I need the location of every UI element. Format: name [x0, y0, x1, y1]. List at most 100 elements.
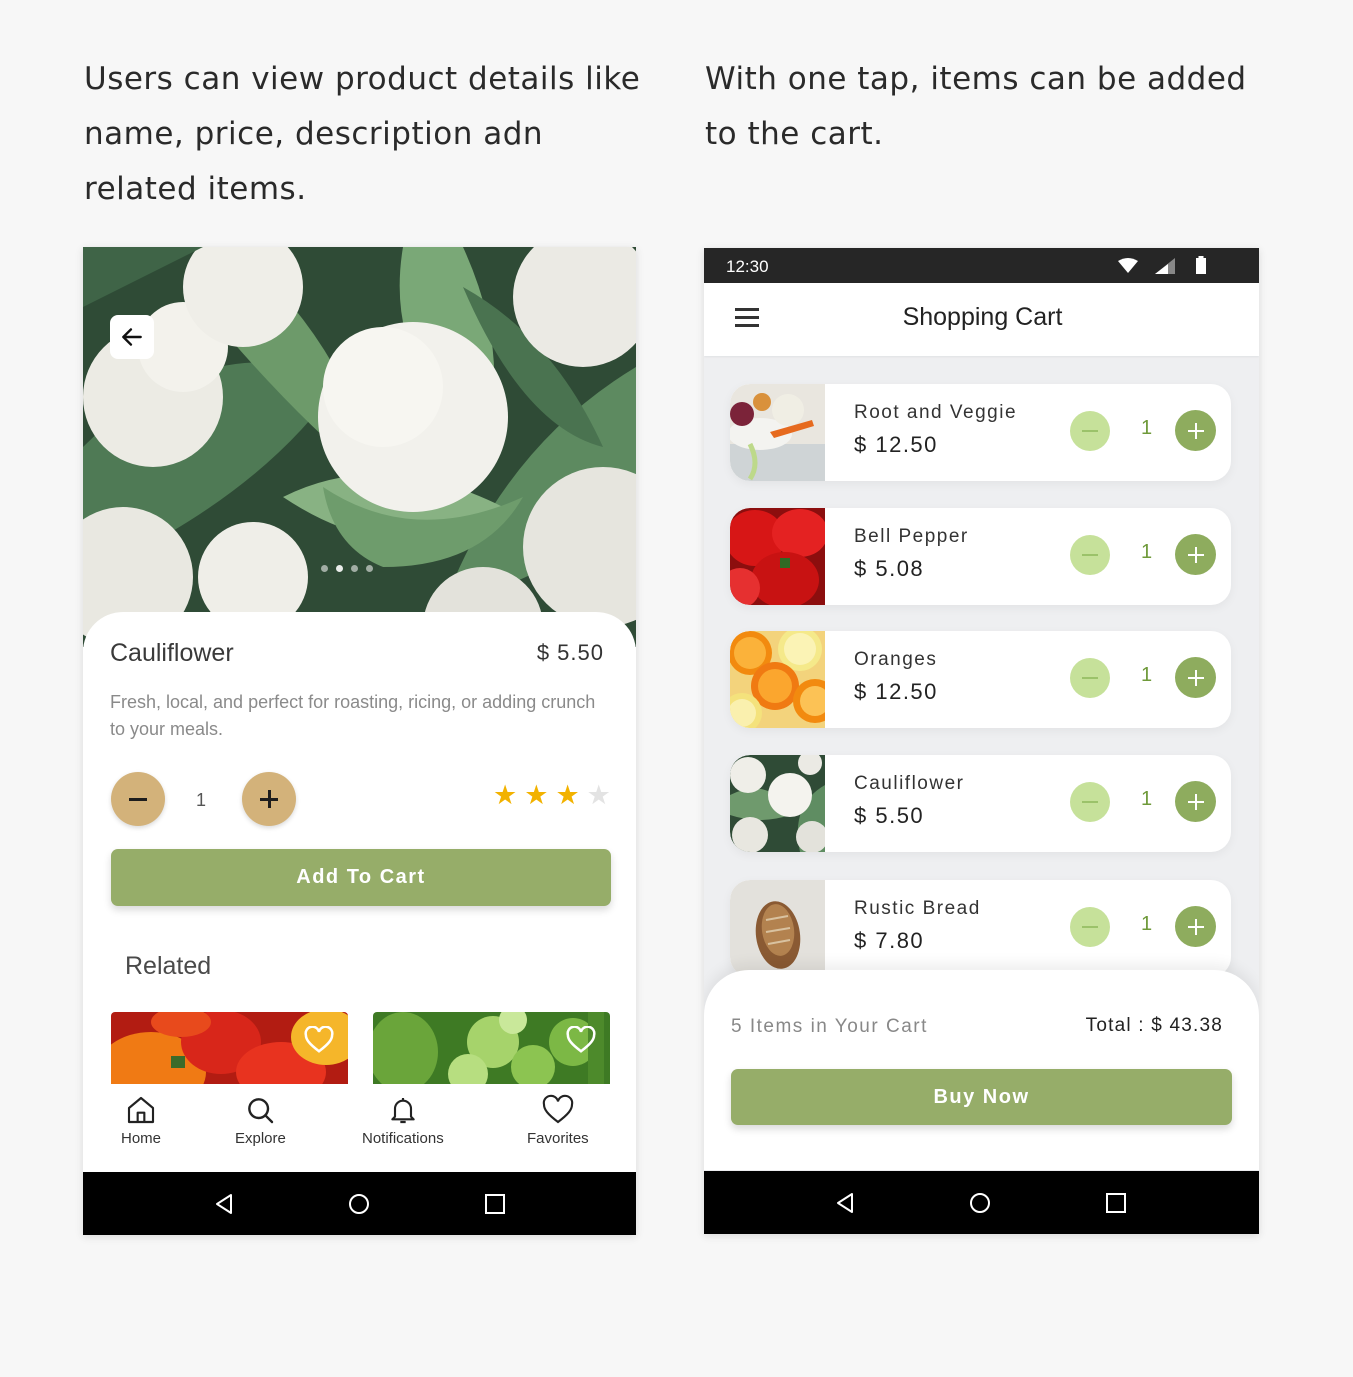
status-bar: 12:30 [704, 248, 1259, 283]
carousel-dot-active[interactable] [336, 565, 343, 572]
product-price: $ 5.50 [536, 640, 604, 665]
decrease-quantity-button[interactable] [1070, 907, 1110, 947]
signal-icon [1155, 258, 1175, 274]
plus-icon [1194, 546, 1197, 563]
product-description: Fresh, local, and perfect for roasting, … [110, 692, 596, 739]
back-triangle-icon[interactable] [833, 1191, 857, 1215]
android-navigation-bar [83, 1172, 636, 1235]
buy-now-button[interactable]: Buy Now [731, 1069, 1232, 1125]
bell-icon [391, 1098, 415, 1124]
cart-item-price: $ 5.50 [854, 803, 925, 828]
increase-quantity-button[interactable] [1175, 534, 1216, 575]
minus-icon [1082, 554, 1098, 556]
add-to-cart-button[interactable]: Add To Cart [111, 849, 611, 906]
bell-pepper-thumbnail [730, 508, 825, 605]
cart-item-name: Root and Veggie [854, 402, 1018, 423]
nav-explore-label: Explore [235, 1130, 286, 1147]
plus-icon [1194, 918, 1197, 935]
carousel-dot[interactable] [366, 565, 373, 572]
carousel-dot[interactable] [351, 565, 358, 572]
recents-square-icon[interactable] [1104, 1191, 1128, 1215]
rustic-bread-thumbnail [730, 880, 825, 977]
cart-item-quantity: 1 [1141, 913, 1153, 935]
increase-quantity-button[interactable] [1175, 781, 1216, 822]
cart-item-price: $ 7.80 [854, 928, 925, 953]
nav-explore[interactable]: Explore [235, 1094, 286, 1147]
star-filled-icon: ★ [555, 780, 580, 810]
plus-icon [267, 790, 271, 808]
app-bar: Shopping Cart [704, 283, 1259, 356]
plus-icon [1194, 669, 1197, 686]
heart-outline-icon[interactable] [566, 1026, 596, 1054]
cart-item: Cauliflower $ 5.50 1 [730, 755, 1231, 852]
cart-item-name: Cauliflower [854, 773, 965, 794]
cart-item: Rustic Bread $ 7.80 1 [730, 880, 1231, 977]
plus-icon [1194, 793, 1197, 810]
related-heading: Related [125, 952, 212, 980]
bottom-navigation: Home Explore Notifications Favorites [83, 1084, 636, 1172]
nav-favorites[interactable]: Favorites [527, 1094, 589, 1147]
nav-home[interactable]: Home [121, 1094, 161, 1147]
cart-item-count: 5 Items in Your Cart [731, 1016, 928, 1037]
home-circle-icon[interactable] [347, 1192, 371, 1216]
star-filled-icon: ★ [524, 780, 549, 810]
back-triangle-icon[interactable] [212, 1192, 236, 1216]
home-circle-icon[interactable] [968, 1191, 992, 1215]
android-navigation-bar [704, 1171, 1259, 1234]
nav-favorites-label: Favorites [527, 1130, 589, 1147]
decrease-quantity-button[interactable] [1070, 658, 1110, 698]
cart-item-price: $ 12.50 [854, 679, 938, 704]
decrease-quantity-button[interactable] [1070, 411, 1110, 451]
cart-item-quantity: 1 [1141, 417, 1153, 439]
back-button[interactable] [110, 315, 154, 359]
home-icon [127, 1096, 155, 1124]
minus-icon [1082, 430, 1098, 432]
carousel-dot[interactable] [321, 565, 328, 572]
arrow-left-icon [122, 328, 142, 346]
cart-total: Total : $ 43.38 [1085, 1015, 1223, 1036]
decrease-quantity-button[interactable] [1070, 782, 1110, 822]
product-hero-image [83, 247, 636, 647]
carousel-indicator [321, 565, 373, 572]
plus-icon [1194, 422, 1197, 439]
cart-item-price: $ 12.50 [854, 432, 938, 457]
increase-quantity-button[interactable] [242, 772, 296, 826]
nav-home-label: Home [121, 1130, 162, 1147]
oranges-thumbnail [730, 631, 825, 728]
minus-icon [1082, 677, 1098, 679]
minus-icon [1082, 801, 1098, 803]
cart-item-name: Bell Pepper [854, 526, 969, 547]
cauliflower-thumbnail [730, 755, 825, 852]
cart-summary: 5 Items in Your Cart Total : $ 43.38 Buy… [704, 970, 1259, 1170]
cart-item: Root and Veggie $ 12.50 1 [730, 384, 1231, 481]
heart-icon [542, 1094, 574, 1124]
minus-icon [129, 797, 147, 801]
related-item-card[interactable] [111, 1012, 348, 1087]
increase-quantity-button[interactable] [1175, 657, 1216, 698]
root-veggie-thumbnail [730, 384, 825, 481]
nav-notifications-label: Notifications [362, 1130, 444, 1147]
shopping-cart-screen: 12:30 Shopping Cart Root and Veggie $ 12… [704, 248, 1259, 1234]
cart-item-quantity: 1 [1141, 541, 1153, 563]
nav-notifications[interactable]: Notifications [362, 1094, 444, 1147]
heart-outline-icon[interactable] [304, 1026, 334, 1054]
recents-square-icon[interactable] [483, 1192, 507, 1216]
decrease-quantity-button[interactable] [1070, 535, 1110, 575]
left-caption: Users can view product details like name… [84, 61, 641, 207]
quantity-value: 1 [196, 790, 207, 810]
increase-quantity-button[interactable] [1175, 906, 1216, 947]
minus-icon [1082, 926, 1098, 928]
status-time: 12:30 [726, 257, 769, 276]
right-caption: With one tap, items can be added to the … [705, 61, 1247, 152]
battery-icon [1196, 256, 1206, 274]
product-details-screen: Cauliflower $ 5.50 Fresh, local, and per… [83, 247, 636, 1235]
related-item-card[interactable] [373, 1012, 610, 1087]
cart-item-quantity: 1 [1141, 788, 1153, 810]
search-icon [248, 1098, 274, 1124]
page-title: Shopping Cart [902, 303, 1063, 331]
cart-item: Oranges $ 12.50 1 [730, 631, 1231, 728]
decrease-quantity-button[interactable] [111, 772, 165, 826]
cart-item-name: Rustic Bread [854, 898, 981, 919]
wifi-icon [1118, 258, 1138, 273]
increase-quantity-button[interactable] [1175, 410, 1216, 451]
